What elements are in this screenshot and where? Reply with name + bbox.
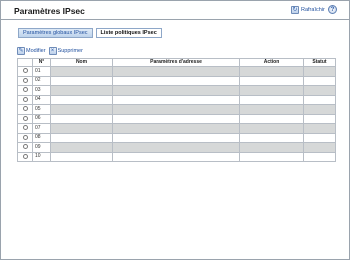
status-cell: [303, 123, 336, 134]
action-cell: [239, 66, 304, 77]
table-row[interactable]: 04: [17, 94, 336, 105]
row-radio[interactable]: [22, 106, 28, 112]
row-number: 08: [32, 132, 51, 143]
row-radio[interactable]: [22, 115, 28, 121]
row-radio[interactable]: [22, 68, 28, 74]
table-header-row: N° Nom Paramètres d'adresse Action Statu…: [17, 58, 336, 67]
action-cell: [239, 113, 304, 124]
name-cell: [50, 85, 113, 96]
row-number: 09: [32, 142, 51, 153]
row-radio[interactable]: [22, 134, 28, 140]
help-icon[interactable]: ?: [328, 5, 337, 14]
address-cell: [112, 94, 240, 105]
address-cell: [112, 113, 240, 124]
name-cell: [50, 104, 113, 115]
status-cell: [303, 113, 336, 124]
name-cell: [50, 142, 113, 153]
column-header-select: [17, 58, 33, 67]
address-cell: [112, 104, 240, 115]
action-cell: [239, 123, 304, 134]
status-cell: [303, 132, 336, 143]
delete-icon: ×: [48, 47, 57, 55]
row-number: 03: [32, 85, 51, 96]
action-cell: [239, 151, 304, 162]
name-cell: [50, 151, 113, 162]
delete-button[interactable]: × Supprimer: [48, 47, 83, 55]
address-cell: [112, 142, 240, 153]
action-cell: [239, 75, 304, 86]
modify-button[interactable]: ✎ Modifier: [17, 47, 46, 55]
row-number: 02: [32, 75, 51, 86]
name-cell: [50, 75, 113, 86]
column-header-address-settings: Paramètres d'adresse: [112, 58, 240, 67]
row-radio[interactable]: [22, 77, 28, 83]
row-number: 01: [32, 66, 51, 77]
status-cell: [303, 142, 336, 153]
row-number: 06: [32, 113, 51, 124]
table-row[interactable]: 02: [17, 75, 336, 86]
table-row[interactable]: 07: [17, 123, 336, 134]
table-row[interactable]: 05: [17, 104, 336, 115]
status-cell: [303, 104, 336, 115]
status-cell: [303, 151, 336, 162]
row-number: 04: [32, 94, 51, 105]
header-divider: [1, 19, 349, 20]
address-cell: [112, 75, 240, 86]
name-cell: [50, 66, 113, 77]
toolbar: ✎ Modifier × Supprimer: [17, 47, 83, 55]
modify-label: Modifier: [26, 48, 46, 54]
status-cell: [303, 94, 336, 105]
address-cell: [112, 132, 240, 143]
tab-global-ipsec-settings[interactable]: Paramètres globaux IPsec: [18, 28, 93, 38]
address-cell: [112, 66, 240, 77]
table-row[interactable]: 08: [17, 132, 336, 143]
address-cell: [112, 85, 240, 96]
edit-icon: ✎: [17, 47, 25, 55]
name-cell: [50, 132, 113, 143]
row-radio[interactable]: [22, 125, 28, 131]
table-row[interactable]: 06: [17, 113, 336, 124]
name-cell: [50, 123, 113, 134]
tab-ipsec-policy-list[interactable]: Liste politiques IPsec: [95, 28, 162, 38]
name-cell: [50, 113, 113, 124]
column-header-action: Action: [239, 58, 304, 67]
column-header-status: Statut: [303, 58, 336, 67]
table-row[interactable]: 10: [17, 151, 336, 162]
row-number: 10: [32, 151, 51, 162]
address-cell: [112, 151, 240, 162]
table-row[interactable]: 01: [17, 66, 336, 77]
delete-label: Supprimer: [57, 48, 83, 54]
action-cell: [239, 104, 304, 115]
column-header-number: N°: [32, 58, 51, 67]
refresh-icon: ↻: [291, 6, 299, 14]
table-row[interactable]: 03: [17, 85, 336, 96]
status-cell: [303, 75, 336, 86]
row-radio[interactable]: [22, 96, 28, 102]
action-cell: [239, 94, 304, 105]
status-cell: [303, 66, 336, 77]
row-radio[interactable]: [22, 144, 28, 150]
status-cell: [303, 85, 336, 96]
refresh-label: Rafraîchir: [301, 7, 325, 13]
tab-bar: Paramètres globaux IPsec Liste politique…: [18, 28, 162, 38]
refresh-button[interactable]: ↻ Rafraîchir: [291, 5, 325, 15]
row-radio[interactable]: [22, 87, 28, 93]
table-row[interactable]: 09: [17, 142, 336, 153]
page-title: Paramètres IPsec: [14, 6, 85, 16]
address-cell: [112, 123, 240, 134]
row-number: 07: [32, 123, 51, 134]
action-cell: [239, 85, 304, 96]
app-window: Paramètres IPsec ↻ Rafraîchir ? Paramètr…: [0, 0, 350, 260]
action-cell: [239, 132, 304, 143]
action-cell: [239, 142, 304, 153]
policy-table: N° Nom Paramètres d'adresse Action Statu…: [17, 58, 336, 162]
row-radio[interactable]: [22, 153, 28, 159]
row-number: 05: [32, 104, 51, 115]
name-cell: [50, 94, 113, 105]
column-header-name: Nom: [50, 58, 113, 67]
